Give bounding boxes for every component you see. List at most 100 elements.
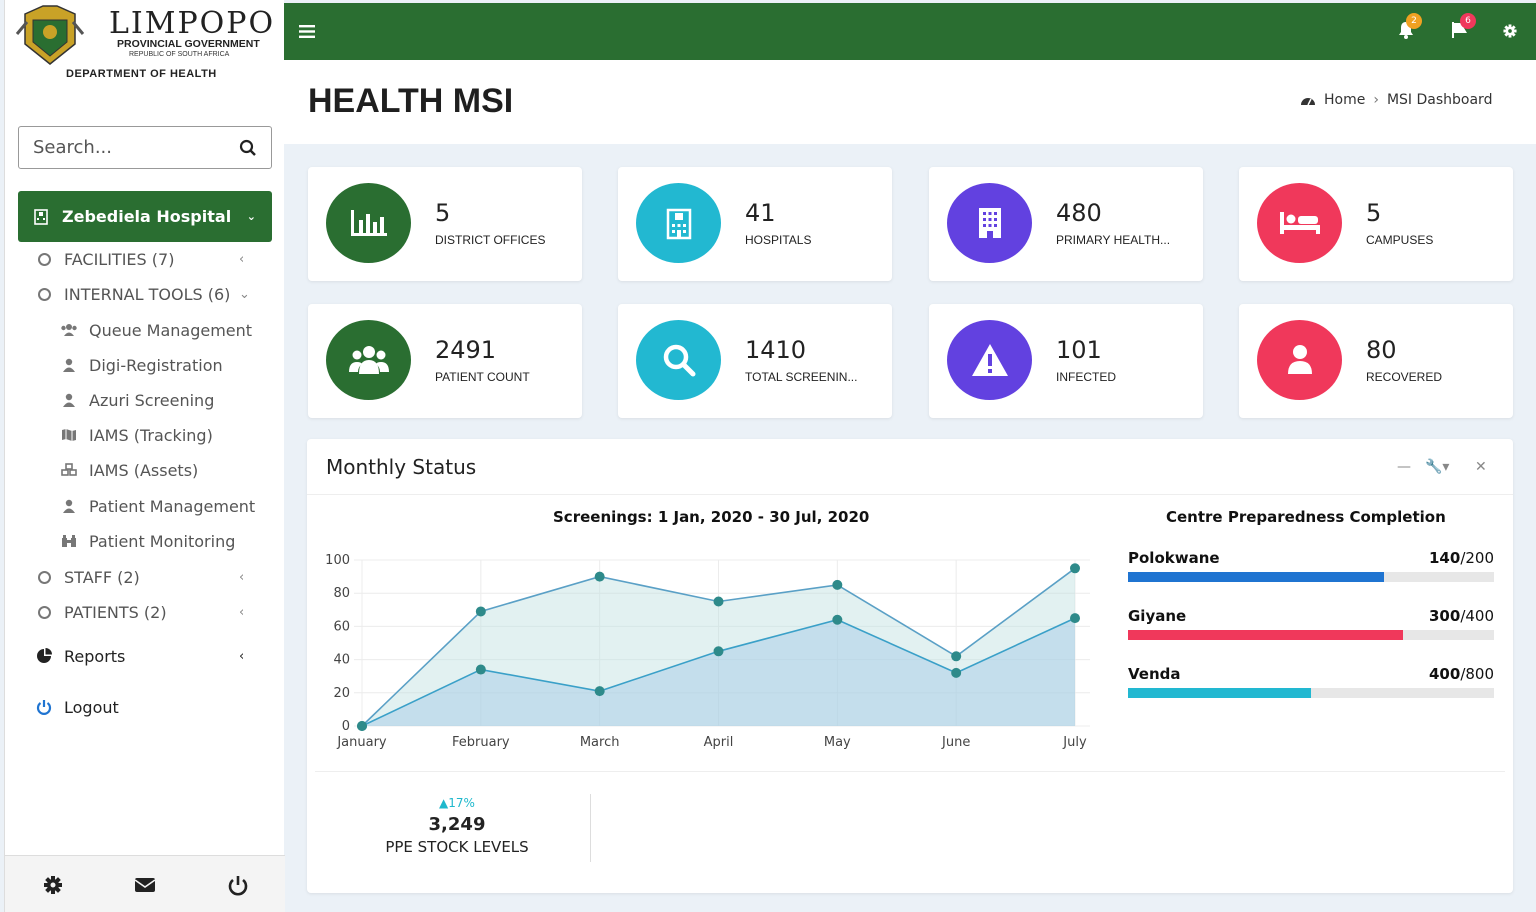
data-point [475,606,486,617]
x-tick-label: April [704,735,734,750]
users-icon [326,320,411,400]
breadcrumb-separator: › [1373,92,1379,108]
x-tick-label: January [336,735,387,750]
sidebar-item-label: Digi-Registration [89,355,223,375]
users-icon [60,321,78,339]
search-icon [636,320,721,400]
stat-separator [590,794,591,862]
hospital-icon [34,208,48,225]
sidebar-item-label: IAMS (Tracking) [89,425,213,445]
data-point [594,571,605,582]
x-tick-label: July [1062,735,1087,750]
notification-badge: 2 [1406,13,1422,29]
stat-label: HOSPITALS [745,233,812,247]
wrench-icon[interactable]: 🔧▾ [1425,459,1449,475]
brand-logo[interactable]: LIMPOPO PROVINCIAL GOVERNMENT REPUBLIC O… [11,4,281,88]
stat-card[interactable]: 2491 PATIENT COUNT [308,304,582,418]
stat-card[interactable]: 1410 TOTAL SCREENIN... [618,304,892,418]
brand-line3: REPUBLIC OF SOUTH AFRICA [129,51,230,58]
stat-card[interactable]: 80 RECOVERED [1239,304,1513,418]
progress-value: 300/400 [1429,607,1494,625]
sidebar-item-internal-tools[interactable]: INTERNAL TOOLS (6) ⌄ [5,284,285,304]
stat-card[interactable]: 5 CAMPUSES [1239,167,1513,281]
breadcrumb-home[interactable]: Home [1324,92,1365,108]
y-tick-label: 100 [325,553,350,568]
sidebar-item-label: FACILITIES (7) [64,249,175,269]
brand-name: LIMPOPO [109,6,276,41]
sidebar-item-patients[interactable]: PATIENTS (2) ‹ [5,602,285,622]
sidebar-item-patient-monitoring[interactable]: Patient Monitoring [5,531,285,551]
stat-card[interactable]: 480 PRIMARY HEALTH... [929,167,1203,281]
chevron-left-icon: ‹ [239,604,245,620]
progress-total: /800 [1460,665,1494,683]
stat-card[interactable]: 41 HOSPITALS [618,167,892,281]
collapse-icon[interactable]: — [1397,459,1411,475]
ppe-stat: ▲17% 3,249 PPE STOCK LEVELS [367,796,547,856]
brand-department: DEPARTMENT OF HEALTH [66,68,217,80]
close-icon[interactable]: ✕ [1475,459,1487,475]
sidebar-item-staff[interactable]: STAFF (2) ‹ [5,567,285,587]
progress-value: 140/200 [1429,549,1494,567]
stat-card[interactable]: 5 DISTRICT OFFICES [308,167,582,281]
sidebar-item-label: Queue Management [89,320,253,340]
flags-button[interactable]: 6 [1450,13,1476,42]
stat-value: 480 [1056,199,1102,227]
bed-icon [1257,183,1342,263]
x-tick-label: May [824,735,851,750]
progress-current: 400 [1429,665,1461,683]
coat-of-arms-icon [15,5,85,65]
warning-icon [947,320,1032,400]
sidebar-item-facilities[interactable]: FACILITIES (7) ‹ [5,249,285,269]
pie-chart-icon [35,647,53,665]
cubes-icon [60,461,78,479]
sidebar-item-label: IAMS (Assets) [89,460,199,480]
data-point [594,686,605,697]
search-icon[interactable] [239,139,257,157]
hamburger-menu-icon[interactable] [299,25,315,38]
user-icon [60,391,78,409]
chevron-left-icon: ‹ [239,648,245,664]
sidebar-item-queue-management[interactable]: Queue Management [5,320,285,340]
hospital-selector[interactable]: Zebediela Hospital ⌄ [18,191,272,242]
search-input[interactable]: Search... [18,126,272,169]
data-point [951,651,962,662]
sidebar-item-iams-tracking[interactable]: IAMS (Tracking) [5,425,285,445]
gear-icon[interactable] [42,874,64,896]
progress-bar [1128,572,1494,582]
y-tick-label: 80 [333,586,350,601]
sidebar-item-label: Logout [64,697,119,717]
notifications-button[interactable]: 2 [1396,13,1422,42]
data-point [1070,613,1080,624]
data-point [832,579,843,590]
power-icon[interactable] [227,874,249,896]
monthly-status-panel: Monthly Status — 🔧▾ ✕ Screenings: 1 Jan,… [307,439,1513,893]
progress-label: Giyane [1128,607,1187,625]
gear-icon[interactable] [1502,23,1518,39]
data-point [1070,563,1080,574]
stat-label: TOTAL SCREENIN... [745,370,858,384]
sidebar-item-label: PATIENTS (2) [64,602,167,622]
sidebar-item-label: STAFF (2) [64,567,140,587]
bar-chart-icon [326,183,411,263]
data-point [832,614,843,625]
caret-up-icon: ▲ [439,796,449,810]
stat-value: 5 [435,199,451,227]
chevron-down-icon: ⌄ [239,286,250,302]
sidebar-item-iams-assets[interactable]: IAMS (Assets) [5,460,285,480]
sidebar-item-digi-registration[interactable]: Digi-Registration [5,355,285,375]
stat-card[interactable]: 101 INFECTED [929,304,1203,418]
circle-icon [35,603,53,621]
data-point [475,664,486,675]
power-icon [35,698,53,716]
sidebar-item-patient-management[interactable]: Patient Management [5,496,285,516]
x-tick-label: March [580,735,620,750]
ppe-change-value: 17% [448,796,475,810]
sidebar-item-logout[interactable]: Logout [5,697,285,717]
sidebar-item-label: Azuri Screening [89,390,215,410]
mail-icon[interactable] [134,874,156,896]
sidebar-item-azuri-screening[interactable]: Azuri Screening [5,390,285,410]
progress-total: /200 [1460,549,1494,567]
sidebar-item-label: Patient Management [89,496,256,516]
sidebar-item-reports[interactable]: Reports ‹ [5,646,285,666]
panel-header: Monthly Status — 🔧▾ ✕ [307,439,1513,495]
